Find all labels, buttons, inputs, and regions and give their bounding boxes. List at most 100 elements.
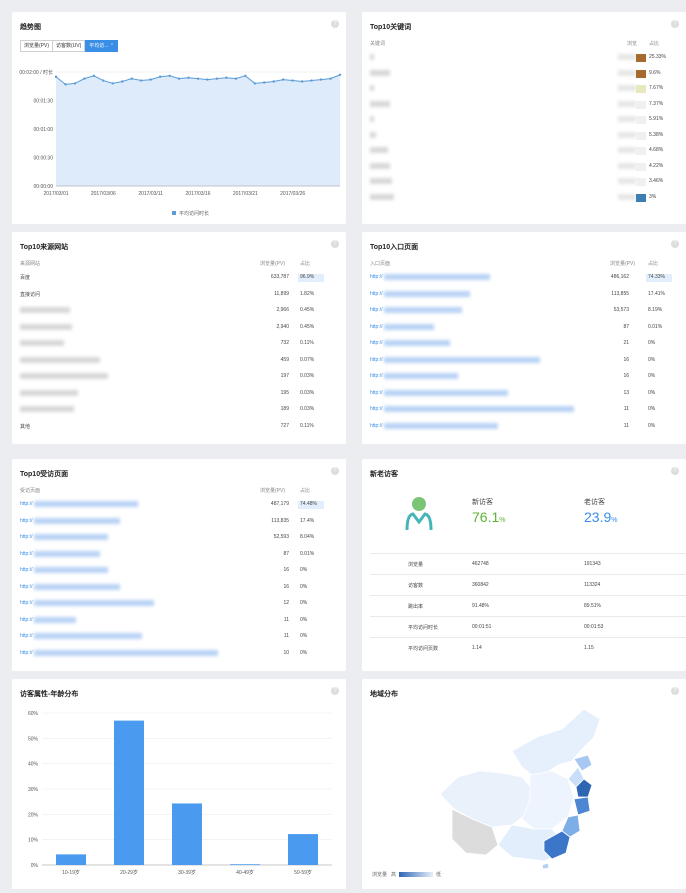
trend-point[interactable] [253,82,256,85]
sources-row[interactable]: 直接访问 11,899 1.82% [20,291,338,303]
entry-name[interactable]: http:// [370,423,383,429]
trend-point[interactable] [329,77,332,80]
trend-point[interactable] [338,73,342,77]
trend-point[interactable] [177,77,181,80]
visited-row[interactable]: http:// 11 0% [20,633,338,645]
sources-row[interactable]: 其他 727 0.11% [20,423,338,435]
trend-point[interactable] [64,83,67,86]
keyword-row[interactable]: 5.38% [370,131,678,144]
entry-row[interactable]: http:// 16 0% [370,373,678,385]
trend-point[interactable] [149,78,152,81]
trend-point[interactable] [319,78,323,81]
trend-point[interactable] [196,77,200,80]
entry-row[interactable]: http:// 11 0% [370,406,678,418]
keyword-row[interactable]: 5.91% [370,116,678,128]
help-icon[interactable]: ? [671,240,679,248]
visited-row[interactable]: http:// 12 0% [20,600,338,612]
visited-name[interactable]: http:// [20,650,33,656]
visited-name[interactable]: http:// [20,501,33,507]
trend-point[interactable] [272,80,275,83]
keyword-row[interactable]: 4.22% [370,162,678,175]
entry-row[interactable]: http:// 87 0.01% [370,323,678,336]
entry-name[interactable]: http:// [370,357,383,363]
trend-point[interactable] [130,77,133,80]
sources-row[interactable]: 2,940 0.45% [20,323,338,336]
keyword-row[interactable]: 7.67% [370,85,678,97]
visited-row[interactable]: http:// 10 0% [20,649,338,662]
entry-row[interactable]: http:// 53,573 8.19% [370,307,678,319]
trend-point[interactable] [263,81,266,84]
trend-point[interactable] [92,74,96,77]
keyword-row[interactable]: 3% [370,193,678,206]
trend-point[interactable] [140,79,143,82]
entry-name[interactable]: http:// [370,324,383,330]
entry-row[interactable]: http:// 16 0% [370,356,678,369]
keyword-row[interactable]: 7.37% [370,100,678,113]
trend-point[interactable] [187,76,190,79]
visited-name[interactable]: http:// [20,534,33,540]
trend-point[interactable] [206,78,209,81]
visited-name[interactable]: http:// [20,600,33,606]
entry-name[interactable]: http:// [370,406,383,412]
visited-name[interactable]: http:// [20,567,33,573]
entry-name[interactable]: http:// [370,340,383,346]
trend-point[interactable] [291,79,294,82]
entry-row[interactable]: http:// 21 0% [370,340,678,352]
help-icon[interactable]: ? [671,467,679,475]
entry-row[interactable]: http:// 11 0% [370,422,678,435]
trend-point[interactable] [244,74,247,77]
help-icon[interactable]: ? [331,240,339,248]
visited-row[interactable]: http:// 52,593 8.04% [20,534,338,546]
sources-row[interactable]: 189 0.03% [20,406,338,418]
trend-point[interactable] [215,77,219,80]
trend-point[interactable] [310,79,313,82]
visited-row[interactable]: http:// 16 0% [20,567,338,579]
help-icon[interactable]: ? [331,467,339,475]
trend-point[interactable] [234,77,238,80]
trend-point[interactable] [83,77,86,80]
age-bar[interactable] [288,834,318,865]
keyword-row[interactable]: 9.6% [370,69,678,82]
trend-point[interactable] [54,75,58,78]
sources-row[interactable]: 195 0.03% [20,389,338,402]
trend-point[interactable] [225,76,228,79]
keyword-row[interactable]: 3.46% [370,178,678,190]
trend-point[interactable] [121,80,124,83]
visited-name[interactable]: http:// [20,584,33,590]
sources-row[interactable]: 459 0.07% [20,356,338,369]
sources-row[interactable]: 百度 633,787 96.9% [20,274,338,286]
entry-name[interactable]: http:// [370,307,383,313]
keyword-row[interactable]: 25.33% [370,54,678,66]
sources-row[interactable]: 197 0.03% [20,373,338,385]
visited-row[interactable]: http:// 87 0.01% [20,550,338,563]
trend-point[interactable] [102,79,105,82]
trend-point[interactable] [168,74,171,77]
visited-row[interactable]: http:// 487,179 74.48% [20,501,338,513]
visited-row[interactable]: http:// 113,835 17.4% [20,517,338,530]
age-bar[interactable] [230,864,260,865]
trend-point[interactable] [300,80,304,83]
entry-row[interactable]: http:// 13 0% [370,389,678,402]
entry-name[interactable]: http:// [370,373,383,379]
age-bar[interactable] [56,854,86,865]
age-bar[interactable] [114,720,144,865]
visited-name[interactable]: http:// [20,617,33,623]
trend-point[interactable] [111,82,115,85]
trend-point[interactable] [73,82,77,85]
sources-row[interactable]: 2,966 0.45% [20,307,338,319]
visited-name[interactable]: http:// [20,633,33,639]
visited-row[interactable]: http:// 11 0% [20,616,338,629]
entry-name[interactable]: http:// [370,274,383,280]
keyword-row[interactable]: 4.68% [370,147,678,159]
entry-row[interactable]: http:// 113,855 17.41% [370,290,678,303]
visited-name[interactable]: http:// [20,518,33,524]
visited-row[interactable]: http:// 16 0% [20,583,338,596]
age-bar[interactable] [172,803,202,865]
entry-name[interactable]: http:// [370,291,383,297]
trend-point[interactable] [282,78,285,81]
entry-name[interactable]: http:// [370,390,383,396]
trend-point[interactable] [158,75,162,78]
visited-name[interactable]: http:// [20,551,33,557]
help-icon[interactable]: ? [671,20,679,28]
entry-row[interactable]: http:// 486,162 74.33% [370,274,678,286]
